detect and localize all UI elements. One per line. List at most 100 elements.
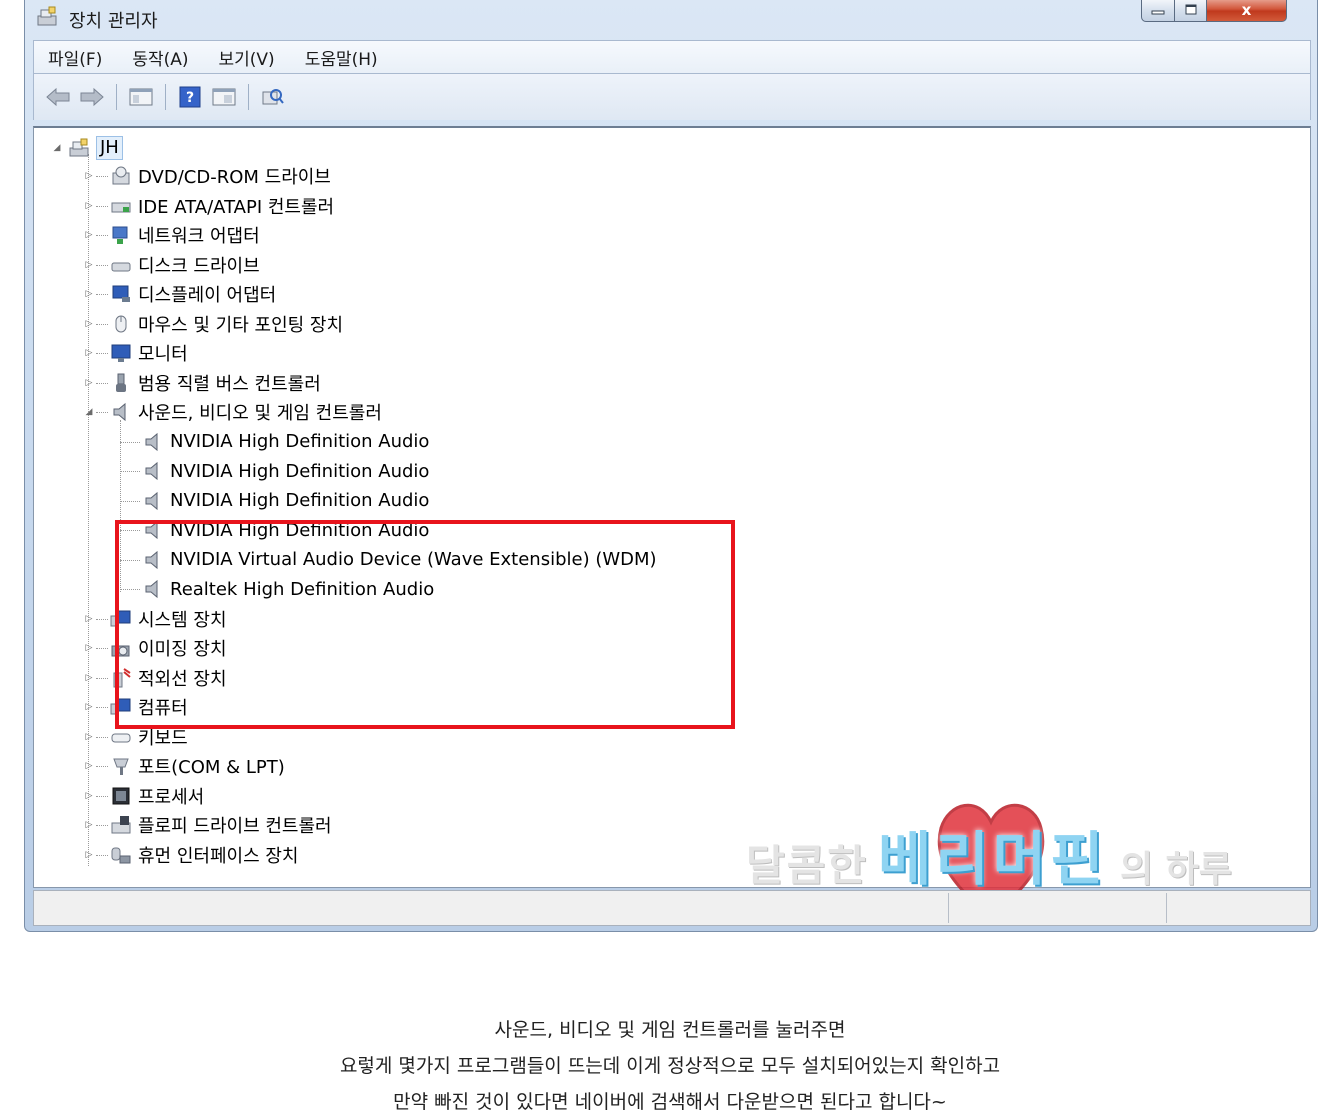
category-label: 프로세서 bbox=[138, 786, 205, 808]
expand-arrow-icon[interactable]: ▷ bbox=[84, 260, 94, 270]
device-item[interactable]: NVIDIA High Definition Audio bbox=[120, 428, 429, 456]
expand-arrow-icon[interactable]: ▷ bbox=[84, 702, 94, 712]
speaker-icon bbox=[145, 461, 158, 481]
expand-arrow-icon[interactable]: ▷ bbox=[84, 791, 94, 801]
maximize-icon bbox=[1185, 4, 1196, 15]
expand-arrow-icon[interactable]: ▷ bbox=[84, 230, 94, 240]
tree-category[interactable]: ▷ 적외선 장치 bbox=[84, 664, 227, 692]
forward-icon bbox=[80, 87, 104, 107]
window-title: 장치 관리자 bbox=[69, 11, 158, 32]
expand-arrow-icon[interactable]: ▷ bbox=[84, 319, 94, 329]
tree-category[interactable]: ▷ 디스크 드라이브 bbox=[84, 251, 260, 279]
svg-text:?: ? bbox=[186, 90, 194, 106]
expand-arrow-icon[interactable]: ▷ bbox=[84, 614, 94, 624]
tree-category[interactable]: ▷ IDE ATA/ATAPI 컨트롤러 bbox=[84, 192, 335, 220]
expand-arrow-icon[interactable]: ▷ bbox=[84, 761, 94, 771]
menu-file[interactable]: 파일(F) bbox=[44, 43, 106, 72]
device-label: NVIDIA Virtual Audio Device (Wave Extens… bbox=[170, 549, 657, 570]
monitor-icon bbox=[111, 344, 131, 362]
tree-category[interactable]: ▷ 플로피 드라이브 컨트롤러 bbox=[84, 811, 332, 839]
hid-icon bbox=[111, 847, 131, 863]
collapse-arrow-icon[interactable]: ◢ bbox=[52, 143, 62, 153]
tree-category[interactable]: ▷ 모니터 bbox=[84, 339, 188, 367]
menu-help[interactable]: 도움말(H) bbox=[301, 43, 382, 72]
tree-category[interactable]: ▷ 네트워크 어댑터 bbox=[84, 221, 260, 249]
tree-connector bbox=[96, 412, 108, 413]
toolbar: ? bbox=[33, 74, 1311, 120]
tree-category[interactable]: ▷ 키보드 bbox=[84, 723, 188, 751]
infrared-device-icon bbox=[113, 667, 131, 687]
expand-arrow-icon[interactable]: ▷ bbox=[84, 289, 94, 299]
tree-category[interactable]: ▷ 프로세서 bbox=[84, 782, 205, 810]
category-label: 네트워크 어댑터 bbox=[138, 226, 260, 247]
device-item[interactable]: NVIDIA Virtual Audio Device (Wave Extens… bbox=[120, 546, 657, 574]
tree-category[interactable]: ▷ 컴퓨터 bbox=[84, 693, 188, 721]
close-button[interactable]: x bbox=[1207, 0, 1287, 22]
properties-button[interactable] bbox=[210, 83, 238, 111]
category-label: 휴먼 인터페이스 장치 bbox=[138, 845, 299, 867]
toolbar-separator bbox=[248, 84, 249, 110]
device-item[interactable]: NVIDIA High Definition Audio bbox=[120, 487, 429, 515]
device-item[interactable]: Realtek High Definition Audio bbox=[120, 575, 434, 603]
tree-category[interactable]: ▷ DVD/CD-ROM 드라이브 bbox=[84, 162, 331, 190]
tree-connector bbox=[120, 530, 140, 531]
tree-connector bbox=[96, 205, 108, 207]
tree-category[interactable]: ◢ 사운드, 비디오 및 게임 컨트롤러 bbox=[84, 398, 382, 426]
expand-arrow-icon[interactable]: ▷ bbox=[84, 850, 94, 860]
device-item[interactable]: NVIDIA High Definition Audio bbox=[120, 516, 429, 544]
expand-arrow-icon[interactable]: ▷ bbox=[84, 820, 94, 830]
device-label: NVIDIA High Definition Audio bbox=[170, 490, 430, 511]
tree-category[interactable]: ▷ 시스템 장치 bbox=[84, 605, 227, 633]
show-hide-tree-button[interactable] bbox=[127, 83, 155, 111]
tree-category[interactable]: ▷ 범용 직렬 버스 컨트롤러 bbox=[84, 369, 321, 397]
root-label: JH bbox=[96, 136, 123, 160]
scan-hardware-button[interactable] bbox=[259, 83, 287, 111]
device-manager-window: 장치 관리자 x 파일(F) 동작(A) 보기(V) 도움말(H) ? ◢ JH… bbox=[24, 0, 1318, 932]
minimize-icon bbox=[1151, 10, 1165, 15]
mouse-icon bbox=[115, 315, 127, 332]
caption-line-3: 만약 빠진 것이 있다면 네이버에 검색해서 다운받으면 된다고 합니다~ bbox=[393, 1091, 947, 1113]
expand-arrow-icon[interactable]: ▷ bbox=[84, 673, 94, 683]
device-label: Realtek High Definition Audio bbox=[170, 578, 435, 600]
maximize-button[interactable] bbox=[1175, 0, 1207, 22]
collapse-arrow-icon[interactable]: ◢ bbox=[84, 407, 94, 417]
scan-hardware-icon bbox=[262, 89, 284, 105]
menu-action[interactable]: 동작(A) bbox=[128, 43, 192, 72]
device-tree-pane[interactable]: ◢ JH ▷ DVD/CD-ROM 드라이브 ▷ IDE ATA/ATAPI 컨트롤러… bbox=[33, 126, 1311, 920]
speaker-icon bbox=[145, 550, 158, 569]
expand-arrow-icon[interactable]: ▷ bbox=[84, 732, 94, 742]
expand-arrow-icon[interactable]: ▷ bbox=[84, 643, 94, 653]
tree-connector bbox=[96, 795, 108, 797]
tree-category[interactable]: ▷ 마우스 및 기타 포인팅 장치 bbox=[84, 310, 344, 338]
expand-arrow-icon[interactable]: ▷ bbox=[84, 348, 94, 358]
back-button[interactable] bbox=[44, 83, 72, 111]
help-button[interactable]: ? bbox=[176, 83, 204, 111]
expand-arrow-icon[interactable]: ▷ bbox=[84, 171, 94, 181]
tree-connector bbox=[120, 471, 140, 472]
tree-category[interactable]: ▷ 포트(COM & LPT) bbox=[84, 752, 285, 780]
speaker-icon bbox=[145, 432, 158, 451]
title-bar[interactable]: 장치 관리자 x bbox=[25, 0, 1317, 36]
usb-icon bbox=[116, 373, 126, 392]
menu-view[interactable]: 보기(V) bbox=[215, 43, 279, 72]
tree-connector bbox=[120, 559, 140, 561]
processor-icon bbox=[112, 787, 130, 804]
tree-category[interactable]: ▷ 휴먼 인터페이스 장치 bbox=[84, 841, 299, 869]
expand-arrow-icon[interactable]: ▷ bbox=[84, 201, 94, 211]
tree-connector bbox=[96, 294, 108, 295]
category-label: DVD/CD-ROM 드라이브 bbox=[138, 167, 331, 188]
category-label: 디스크 드라이브 bbox=[138, 255, 260, 277]
caption-line-1: 사운드, 비디오 및 게임 컨트롤러를 눌러주면 bbox=[494, 1019, 846, 1041]
category-label: 컴퓨터 bbox=[138, 698, 188, 719]
tree-root[interactable]: ◢ JH bbox=[52, 134, 123, 162]
forward-button[interactable] bbox=[78, 83, 106, 111]
tree-connector bbox=[96, 618, 108, 620]
device-item[interactable]: NVIDIA High Definition Audio bbox=[120, 457, 429, 485]
port-icon bbox=[113, 758, 129, 775]
ide-controller-icon bbox=[111, 202, 131, 212]
tree-category[interactable]: ▷ 디스플레이 어댑터 bbox=[84, 280, 277, 308]
tree-category[interactable]: ▷ 이미징 장치 bbox=[84, 634, 227, 662]
minimize-button[interactable] bbox=[1141, 0, 1175, 22]
expand-arrow-icon[interactable]: ▷ bbox=[84, 378, 94, 388]
watermark-main-text: 베리머핀 bbox=[878, 825, 1108, 893]
